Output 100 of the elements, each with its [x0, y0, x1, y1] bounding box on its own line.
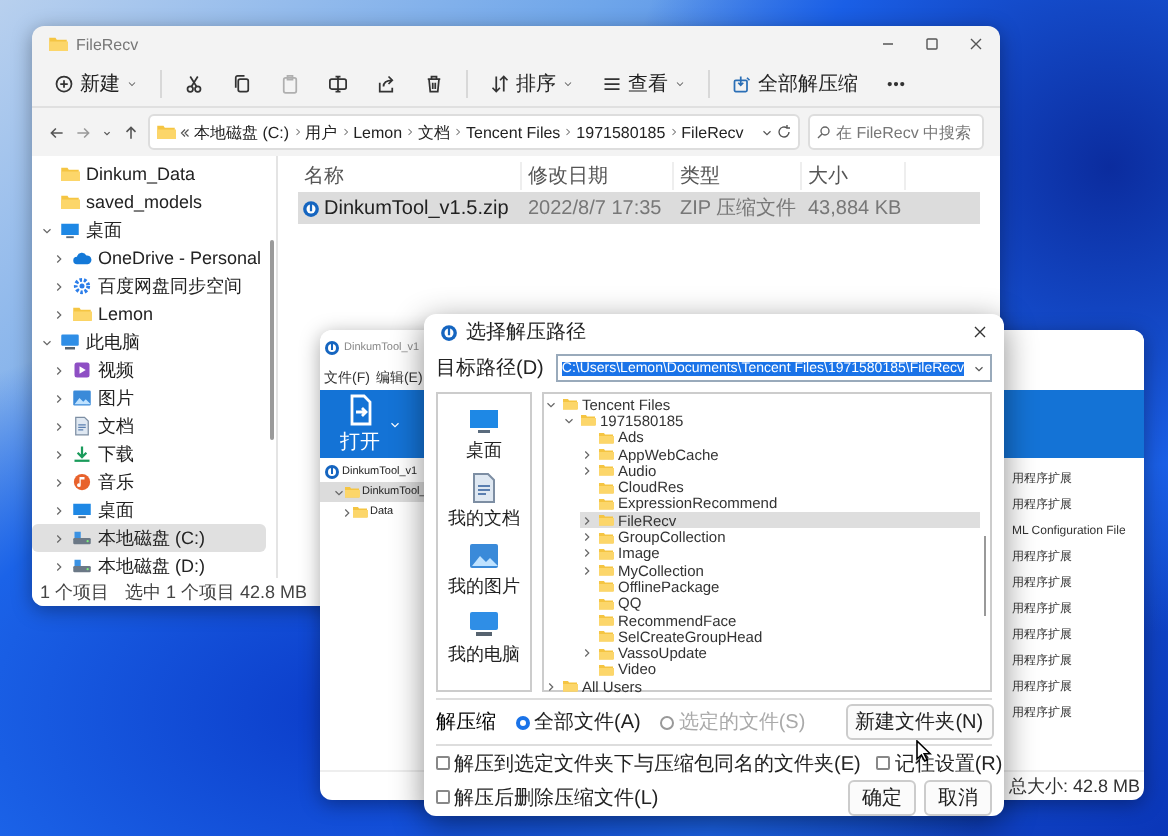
- new-button[interactable]: 新建: [48, 66, 144, 102]
- chevron-right-icon[interactable]: [340, 505, 354, 519]
- search-field[interactable]: 在 FileRecv 中搜索: [808, 114, 984, 150]
- column-header[interactable]: 大小: [802, 162, 906, 190]
- chevron-down-icon[interactable]: [40, 335, 54, 349]
- close-icon[interactable]: [972, 324, 988, 340]
- nav-item[interactable]: 桌面: [32, 496, 266, 524]
- scrollbar[interactable]: [983, 536, 987, 616]
- back-icon[interactable]: [48, 123, 66, 141]
- caret-icon[interactable]: [760, 125, 774, 139]
- chevron-right-icon[interactable]: [562, 126, 575, 138]
- chevron-right-icon[interactable]: [452, 126, 465, 138]
- new-icon[interactable]: [54, 74, 74, 94]
- chevron-right-icon[interactable]: [580, 646, 594, 661]
- nav-item[interactable]: 百度网盘同步空间: [32, 272, 266, 300]
- monitor-icon: [60, 332, 80, 352]
- chevron-right-icon[interactable]: [667, 126, 680, 138]
- drive-icon: [72, 556, 92, 576]
- nav-item[interactable]: saved_models: [32, 188, 266, 216]
- rename-icon[interactable]: [328, 74, 348, 94]
- folder-icon: [344, 484, 360, 500]
- caret-icon[interactable]: [562, 78, 574, 90]
- breadcrumb[interactable]: 本地磁盘 (C:): [194, 121, 290, 143]
- open-button[interactable]: 打开: [336, 389, 384, 459]
- place-shortcut[interactable]: 我的图片: [448, 540, 520, 600]
- nav-item[interactable]: 视频: [32, 356, 266, 384]
- nav-item[interactable]: Dinkum_Data: [32, 160, 266, 188]
- nav-item[interactable]: 本地磁盘 (D:): [32, 552, 266, 580]
- column-header[interactable]: 名称: [298, 162, 522, 190]
- overflow-icon[interactable]: [178, 125, 192, 139]
- radio-option[interactable]: 全部文件(A): [516, 708, 641, 736]
- document-icon: [72, 416, 92, 436]
- picture-icon: [72, 388, 92, 408]
- view-button[interactable]: 查看: [596, 66, 692, 102]
- place-shortcut[interactable]: 我的文档: [448, 472, 520, 532]
- search-icon[interactable]: [816, 124, 832, 140]
- caret-icon[interactable]: [972, 361, 987, 375]
- chevron-down-icon[interactable]: [40, 223, 54, 237]
- chevron-right-icon[interactable]: [404, 126, 417, 138]
- checkbox[interactable]: [876, 756, 891, 770]
- place-shortcut[interactable]: 我的电脑: [448, 608, 520, 668]
- dialog-button[interactable]: 确定: [848, 779, 916, 815]
- scrollbar[interactable]: [269, 240, 273, 440]
- chevron-right-icon[interactable]: [544, 679, 558, 694]
- share-icon[interactable]: [376, 74, 396, 94]
- radio-button[interactable]: [516, 715, 530, 729]
- caret-icon[interactable]: [674, 78, 686, 90]
- nav-item[interactable]: 图片: [32, 384, 266, 412]
- nav-item[interactable]: 此电脑: [32, 328, 266, 356]
- new-folder-button[interactable]: 新建文件夹(N): [845, 704, 994, 740]
- place-shortcut[interactable]: 桌面: [466, 404, 502, 464]
- cut-icon[interactable]: [184, 74, 204, 94]
- desktop-icon: [468, 404, 500, 436]
- desktop-icon: [60, 220, 80, 240]
- nav-item[interactable]: 本地磁盘 (C:): [32, 524, 266, 552]
- folder-icon: [60, 192, 80, 212]
- selection-info: 选中 1 个项目 42.8 MB: [125, 579, 308, 605]
- download-icon: [72, 444, 92, 464]
- extract-button[interactable]: 全部解压缩: [726, 66, 864, 102]
- list-view-icon[interactable]: [602, 74, 622, 94]
- up-icon[interactable]: [122, 123, 140, 141]
- window-title: FileRecv: [76, 35, 139, 53]
- copy-icon[interactable]: [232, 74, 252, 94]
- extract-icon[interactable]: [732, 74, 752, 94]
- music-icon: [72, 472, 92, 492]
- refresh-icon[interactable]: [776, 124, 792, 140]
- sort-button[interactable]: 排序: [484, 66, 580, 102]
- dialog-button[interactable]: 取消: [924, 779, 992, 815]
- picture-icon: [468, 540, 500, 572]
- breadcrumb[interactable]: 1971580185: [576, 123, 666, 141]
- trash-icon[interactable]: [424, 74, 444, 94]
- maximize-icon[interactable]: [924, 36, 940, 52]
- chevron-right-icon[interactable]: [291, 126, 304, 138]
- breadcrumb[interactable]: FileRecv: [681, 123, 744, 141]
- address-bar[interactable]: 本地磁盘 (C:) 用户 Lemon 文档 Tencent Files 1971580185 FileRecv: [148, 114, 800, 150]
- file-row[interactable]: DinkumTool_v1.5.zip 2022/8/7 17:35 ZIP 压缩文件 43,884 KB: [298, 192, 980, 224]
- breadcrumb[interactable]: Lemon: [353, 123, 403, 141]
- breadcrumb[interactable]: 文档: [418, 121, 451, 143]
- folder-icon: [60, 164, 80, 184]
- nav-item[interactable]: OneDrive - Personal: [32, 244, 266, 272]
- checkbox-option[interactable]: 解压后删除压缩文件(L): [436, 783, 659, 811]
- nav-item[interactable]: 下载: [32, 440, 266, 468]
- column-header[interactable]: 修改日期: [522, 162, 674, 190]
- close-icon[interactable]: [968, 36, 984, 52]
- sort-icon[interactable]: [490, 74, 510, 94]
- total-size: 总大小: 42.8 MB: [1008, 773, 1140, 799]
- nav-item[interactable]: 桌面: [32, 216, 266, 244]
- caret-icon[interactable]: [388, 417, 402, 431]
- breadcrumb[interactable]: Tencent Files: [466, 123, 561, 141]
- breadcrumb[interactable]: 用户: [305, 121, 338, 143]
- column-header[interactable]: 类型: [674, 162, 802, 190]
- checkbox-option[interactable]: 解压到选定文件夹下与压缩包同名的文件夹(E): [436, 749, 861, 777]
- nav-item[interactable]: Lemon: [32, 300, 266, 328]
- checkbox[interactable]: [436, 756, 450, 770]
- chevron-down-icon[interactable]: [332, 485, 346, 499]
- nav-item[interactable]: 文档: [32, 412, 266, 440]
- checkbox[interactable]: [436, 790, 450, 804]
- caret-icon[interactable]: [126, 78, 138, 90]
- chevron-right-icon[interactable]: [339, 126, 352, 138]
- nav-item[interactable]: 音乐: [32, 468, 266, 496]
